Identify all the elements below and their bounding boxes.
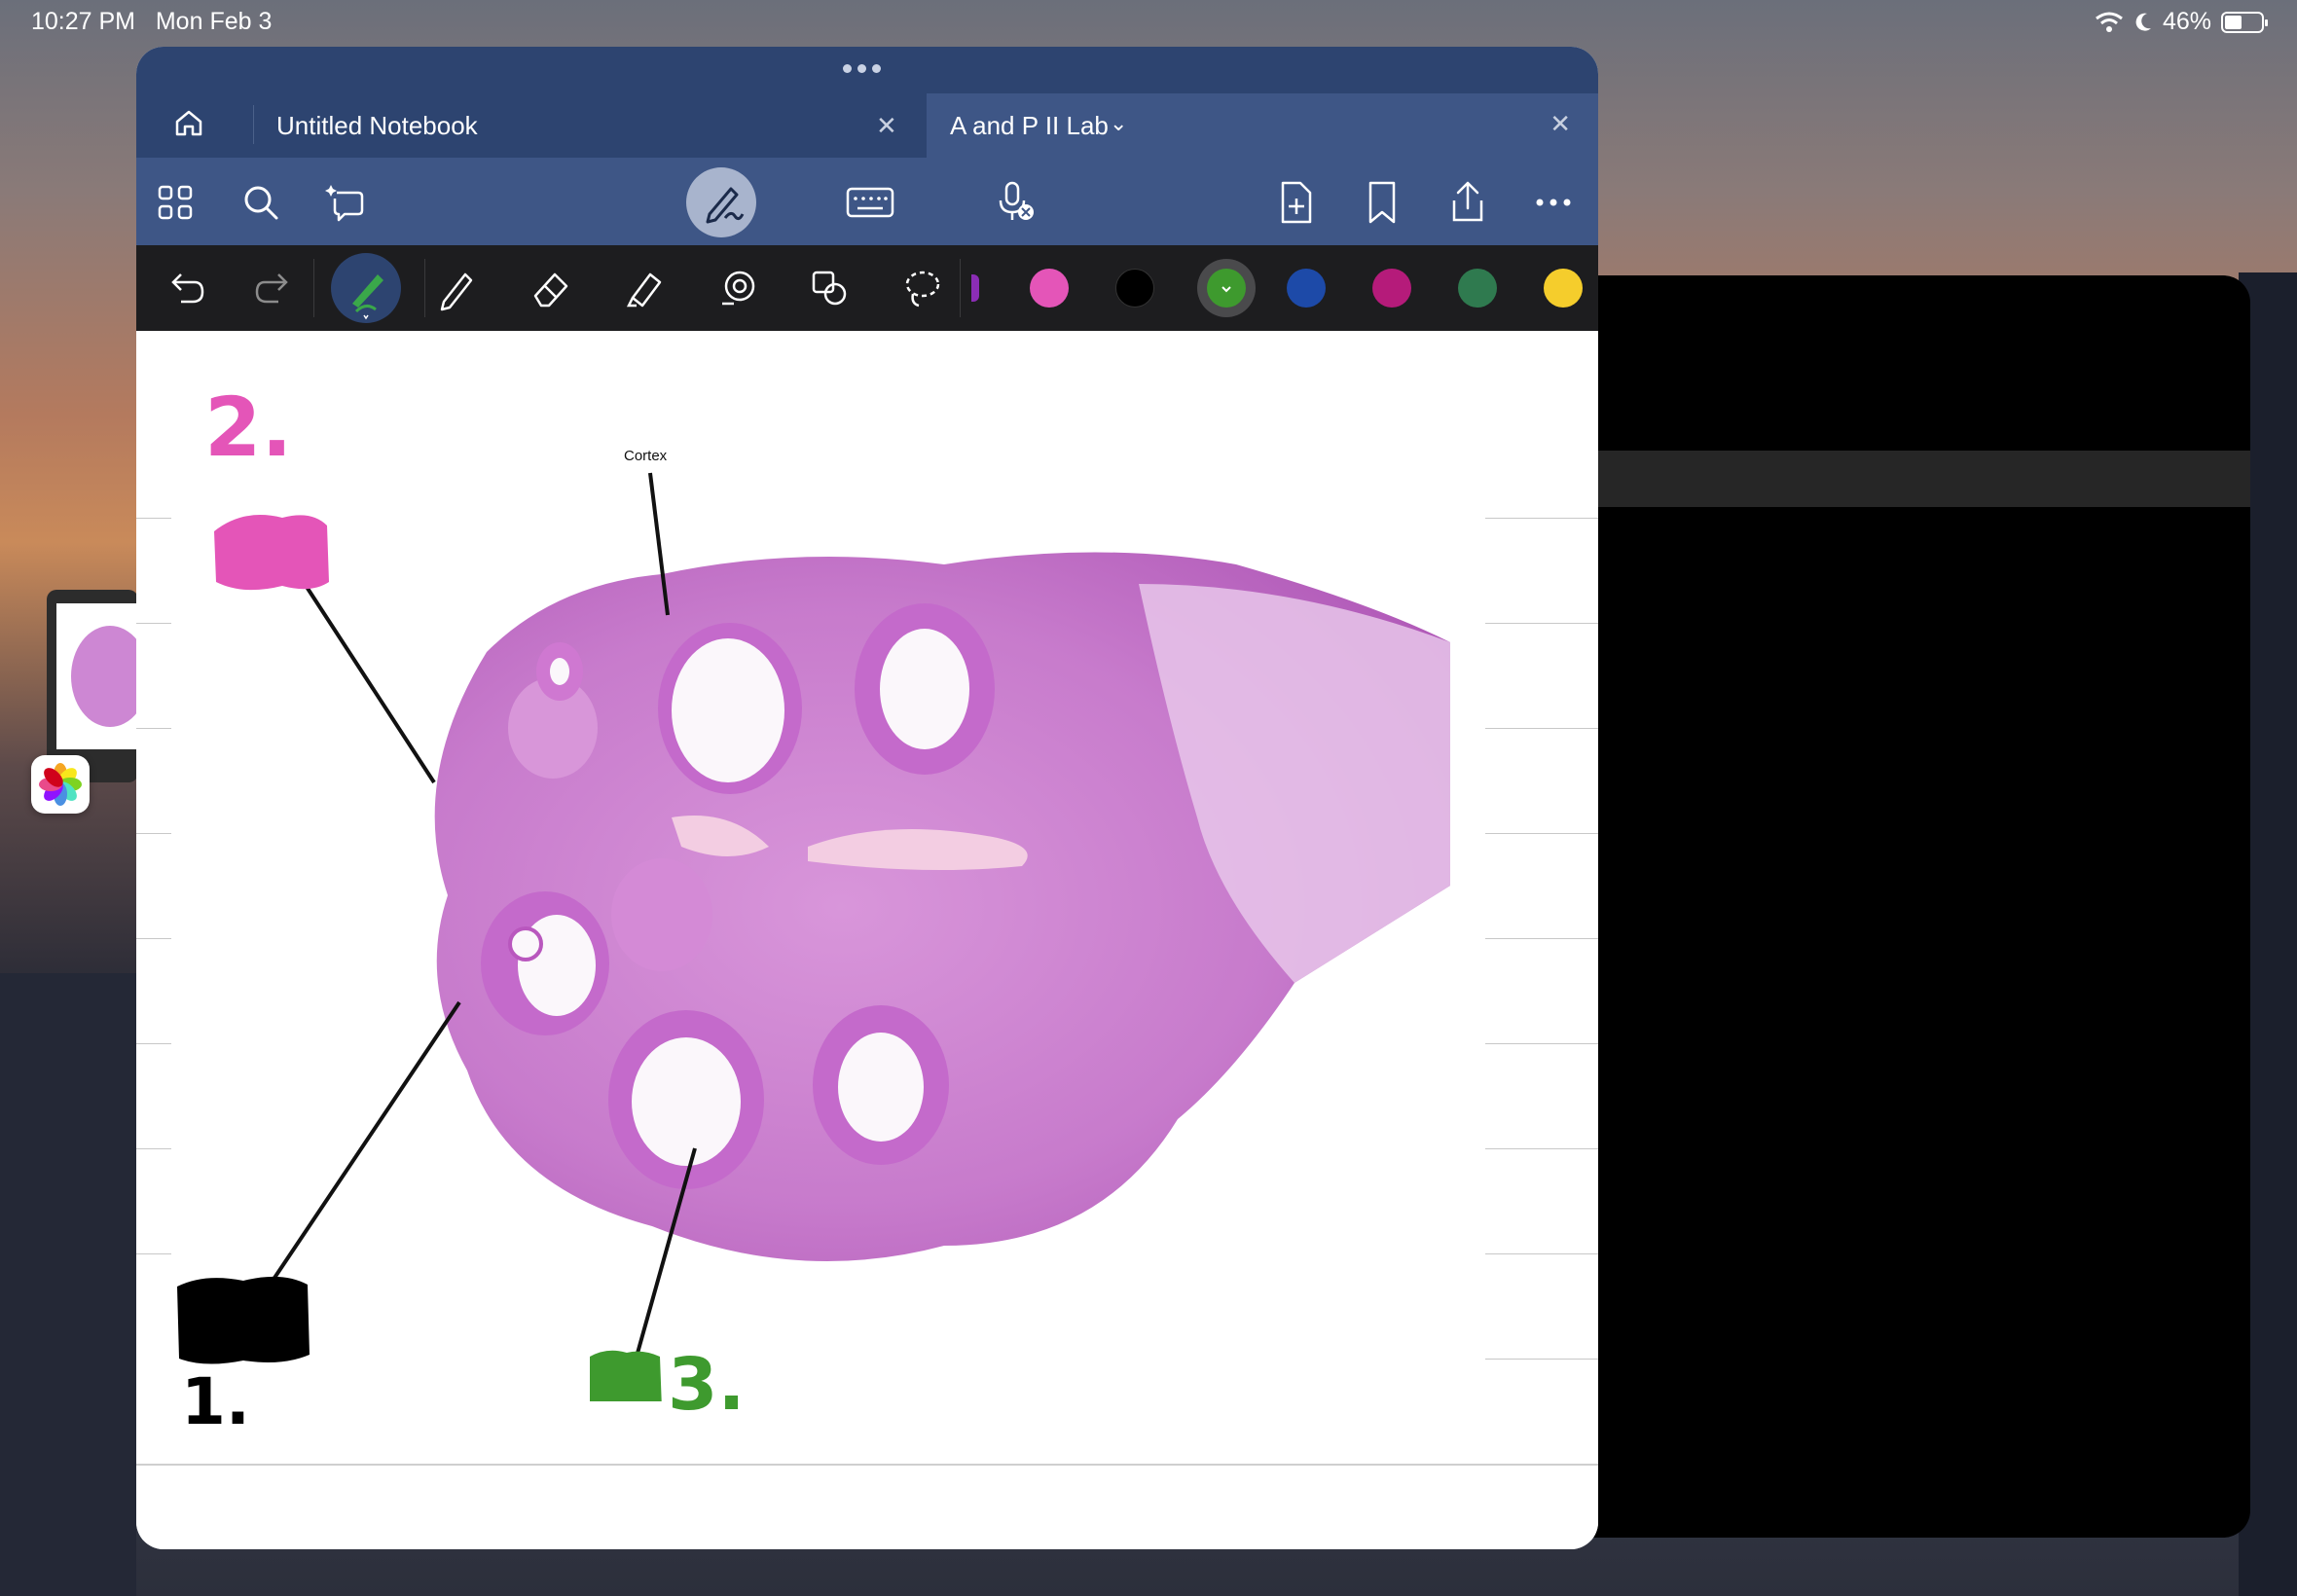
tab-label: A and P II Lab [950,111,1109,140]
annotation-3-pointer-line [635,1147,697,1358]
window-grab-handle[interactable] [843,64,881,73]
slide-over-thumbnail[interactable] [47,590,138,782]
split-view-app[interactable] [1557,275,2250,1538]
split-view-header-bar [1557,451,2250,507]
more-icon[interactable] [1530,179,1577,226]
annotation-2: 2. [204,380,293,475]
tab-separator [253,105,254,144]
chevron-down-icon [1221,286,1231,293]
status-bar: 10:27 PM Mon Feb 3 46% [0,0,2297,45]
color-swatch-blue[interactable] [1287,269,1326,308]
color-scroll-edge [971,274,979,302]
keyboard-icon[interactable] [844,179,896,226]
color-swatch-yellow[interactable] [1544,269,1583,308]
pen-active-icon [352,274,383,320]
pink-scribble [214,515,329,591]
highlighter-icon[interactable] [621,265,668,311]
page-bottom-divider [136,1464,1598,1466]
elements-icon[interactable] [806,265,853,311]
close-tab-icon[interactable]: ✕ [1550,109,1571,139]
handwriting-layer [177,472,697,1401]
color-swatch-pink[interactable] [1030,269,1069,308]
share-icon[interactable] [1444,179,1491,226]
add-page-icon[interactable] [1273,179,1320,226]
color-swatch-magenta[interactable] [1372,269,1411,308]
battery-fill [2225,15,2242,29]
notebook-page[interactable]: Cortex 2. 1. 3. [136,331,1598,1549]
redo-icon[interactable] [249,265,296,311]
lasso-icon[interactable] [899,265,946,311]
bookmark-icon[interactable] [1359,179,1405,226]
annotation-1-pointer-line [267,1000,461,1288]
status-time: 10:27 PM Mon Feb 3 [31,8,273,35]
toolbar-separator [960,259,961,317]
photos-app-icon[interactable] [31,755,90,814]
grid-icon[interactable] [152,179,199,226]
chevron-down-icon[interactable]: ⌄ [1110,111,1127,136]
moon-icon [2135,13,2151,31]
annotation-3: 3. [668,1343,746,1427]
tab-untitled-notebook[interactable]: Untitled Notebook [276,111,478,141]
undo-icon[interactable] [164,265,210,311]
pencil-icon[interactable] [434,265,481,311]
pen-mode-icon [706,187,745,224]
toolbar-separator [424,259,425,317]
toolbar-separator [313,259,314,317]
active-pen-tool[interactable] [331,253,401,323]
drawing-toolbar [136,245,1598,331]
lasso-ai-icon[interactable] [323,179,370,226]
photos-flower-icon [39,763,82,806]
shape-icon[interactable] [714,265,761,311]
annotation-1: 1. [181,1364,250,1439]
color-swatch-green-selected[interactable] [1197,259,1256,317]
battery-percent: 46% [2162,8,2211,35]
search-icon[interactable] [237,179,284,226]
color-swatch-black[interactable] [1115,269,1154,308]
eraser-icon[interactable] [528,265,574,311]
background-building [0,973,136,1596]
black-scribble [177,1276,310,1364]
thumbnail-tissue-image [71,626,138,727]
cortex-pointer-line [648,472,670,616]
annotation-2-pointer-line [290,562,436,784]
home-icon[interactable] [173,107,204,138]
color-swatch-dark-green[interactable] [1458,269,1497,308]
notebook-window: Untitled Notebook ✕ A and P II Lab ⌄ ✕ C… [136,47,1598,1549]
tab-a-and-p-ii-lab[interactable]: A and P II Lab ⌄ ✕ [927,93,1598,158]
battery-icon [2221,11,2268,33]
thumbnail-page [56,603,138,749]
close-tab-icon[interactable]: ✕ [876,111,897,141]
wifi-icon [2096,12,2123,32]
title-bar: Untitled Notebook ✕ A and P II Lab ⌄ ✕ [136,47,1598,158]
status-indicators: 46% [2095,8,2268,36]
green-scribble [590,1350,662,1401]
mic-off-icon[interactable] [993,179,1039,226]
main-toolbar [136,158,1598,245]
pen-mode-button[interactable] [686,167,756,237]
